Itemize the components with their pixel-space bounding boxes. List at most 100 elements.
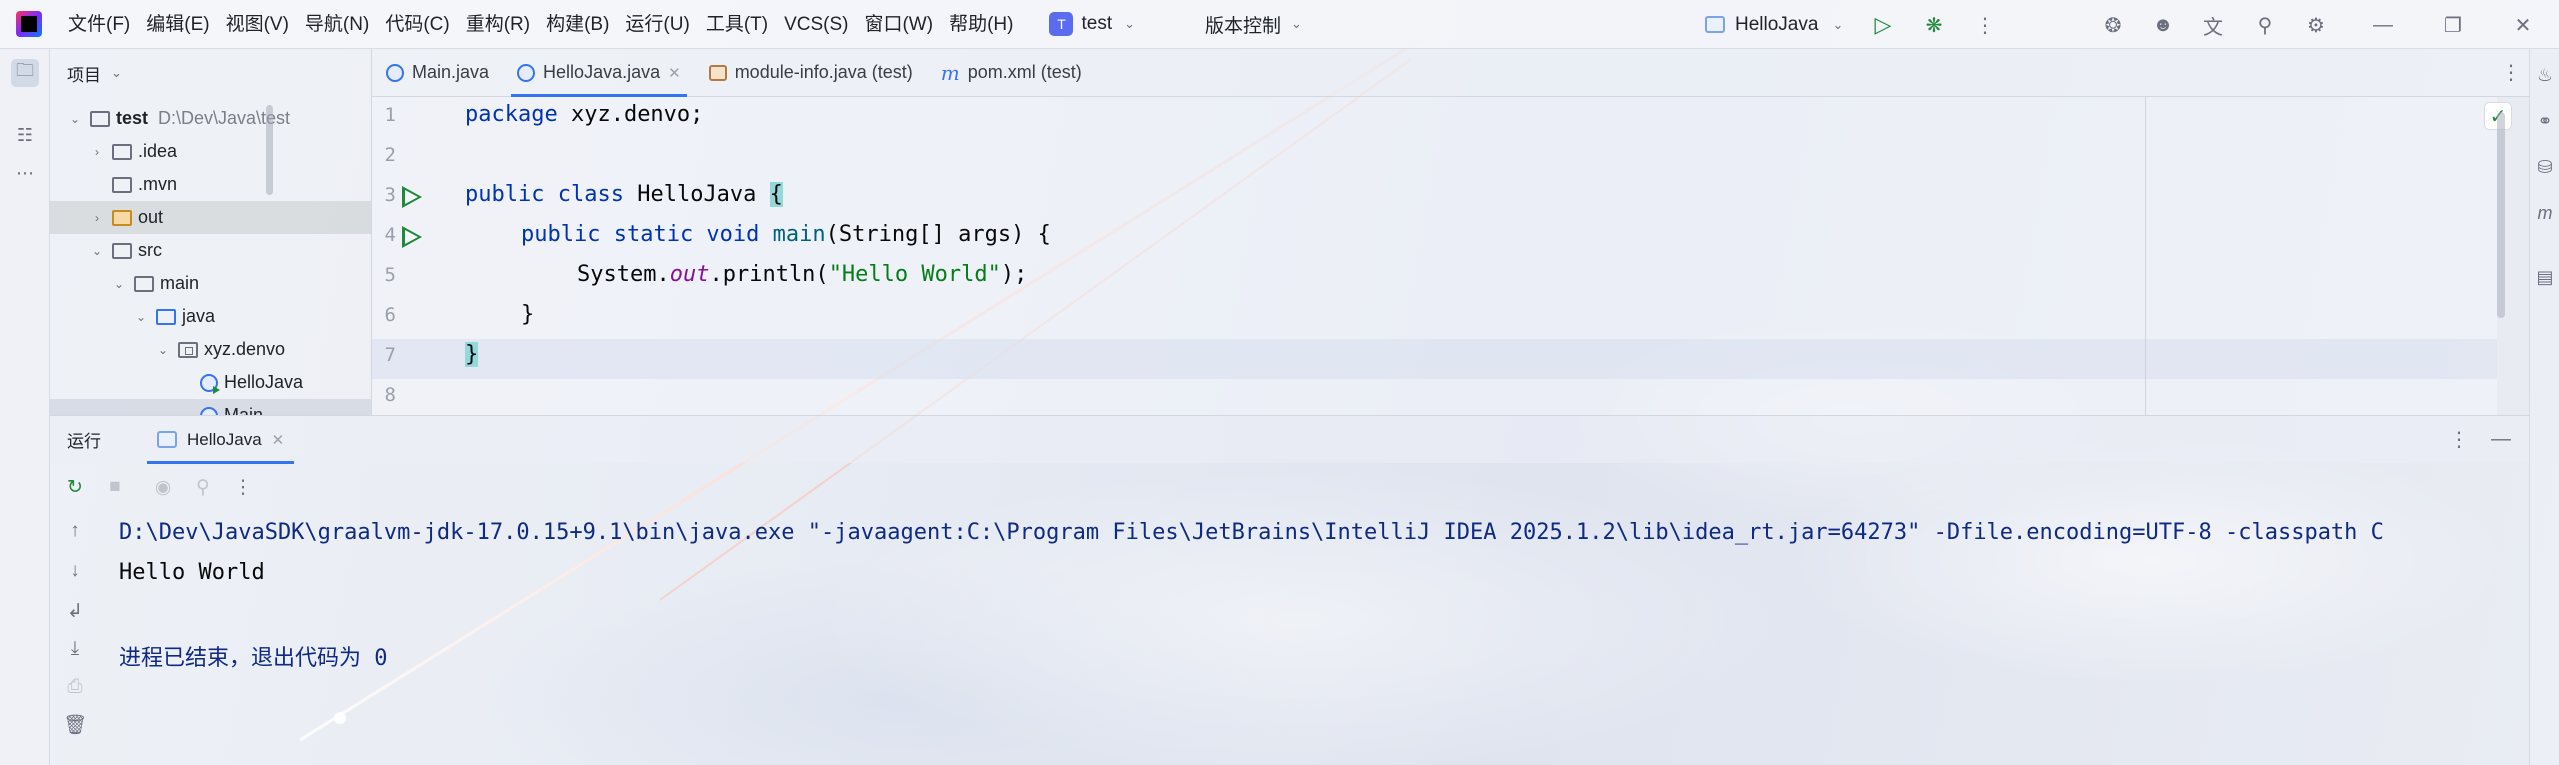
close-icon[interactable]: ✕: [2510, 12, 2536, 38]
scroll-down-icon[interactable]: ↓: [55, 551, 95, 591]
project-panel-title: 项目: [67, 65, 101, 85]
menu-tools[interactable]: 工具(T): [698, 0, 776, 49]
run-config-selector[interactable]: HelloJava ⌄: [1705, 0, 1843, 49]
search-icon[interactable]: ⚲: [2252, 12, 2278, 38]
collapse-chevron-icon[interactable]: ›: [90, 145, 104, 159]
tab-label: Main.java: [412, 62, 490, 82]
more-tools-icon[interactable]: ⋯: [11, 159, 39, 187]
project-panel-header[interactable]: 项目 ⌄: [50, 49, 371, 97]
menu-run[interactable]: 运行(U): [617, 0, 697, 49]
code-line-1: package xyz.denvo;: [465, 102, 703, 127]
menu-refactor[interactable]: 重构(R): [458, 0, 538, 49]
folder-icon: [112, 176, 132, 193]
run-config-icon: [157, 431, 177, 448]
expand-chevron-icon[interactable]: ⌄: [90, 244, 104, 258]
expand-chevron-icon[interactable]: ⌄: [112, 277, 126, 291]
run-config-name: HelloJava: [1735, 13, 1819, 35]
settings-gear-icon[interactable]: ⚙: [2303, 12, 2329, 38]
run-panel-header: 运行 HelloJava ✕ ⋮ —: [50, 415, 2529, 464]
run-toolbar: ↻ ■ ◉ ⚲ ⋮: [50, 463, 2529, 511]
left-tool-strip: 🗀 ☷ ⋯: [0, 49, 50, 765]
translate-icon[interactable]: 文: [2200, 12, 2226, 39]
line-number: 6: [384, 304, 396, 326]
run-icon[interactable]: ▷: [1870, 12, 1896, 38]
stop-icon[interactable]: ■: [95, 467, 135, 507]
collapse-chevron-icon[interactable]: ›: [90, 211, 104, 225]
tree-item-idea[interactable]: › .idea: [50, 135, 371, 168]
run-console-output[interactable]: D:\Dev\JavaSDK\graalvm-jdk-17.0.15+9.1\b…: [119, 511, 2519, 765]
menu-code[interactable]: 代码(C): [377, 0, 457, 49]
module-icon: [708, 64, 727, 81]
rerun-icon[interactable]: ↻: [55, 467, 95, 507]
menu-build[interactable]: 构建(B): [538, 0, 617, 49]
add-user-icon[interactable]: ☻: [2150, 12, 2176, 38]
hide-panel-icon[interactable]: —: [2491, 428, 2511, 451]
app-logo-icon[interactable]: [16, 11, 42, 37]
tab-main-java[interactable]: Main.java: [372, 49, 503, 97]
tab-pom-xml[interactable]: m pom.xml (test): [927, 49, 1096, 97]
code-text: }: [521, 302, 535, 327]
print-icon[interactable]: ⎙: [55, 667, 95, 707]
tree-item-main-class[interactable]: Main: [50, 399, 371, 415]
tree-item-hellojava[interactable]: HelloJava: [50, 366, 371, 399]
tree-item-mvn[interactable]: .mvn: [50, 168, 371, 201]
menu-vcs[interactable]: VCS(S): [776, 0, 856, 49]
maven-icon[interactable]: m: [2531, 199, 2559, 227]
chevron-down-icon: ⌄: [111, 65, 122, 80]
ai-assistant-icon[interactable]: ❂: [2100, 12, 2126, 38]
menu-file[interactable]: 文件(F): [60, 0, 138, 49]
tree-item-java[interactable]: ⌄ java: [50, 300, 371, 333]
search-output-icon[interactable]: ⚲: [183, 467, 223, 507]
more-icon[interactable]: ⋮: [223, 467, 263, 507]
tab-hellojava-java[interactable]: HelloJava.java ✕: [503, 49, 695, 97]
tab-module-info[interactable]: module-info.java (test): [695, 49, 927, 97]
tab-options-icon[interactable]: ⋮: [2501, 60, 2521, 85]
editor-scrollbar[interactable]: [2497, 112, 2505, 318]
restore-icon[interactable]: ❐: [2440, 12, 2466, 38]
screenshot-icon[interactable]: ◉: [143, 467, 183, 507]
menu-edit[interactable]: 编辑(E): [138, 0, 217, 49]
project-scrollbar[interactable]: [266, 105, 273, 195]
expand-chevron-icon[interactable]: ⌄: [156, 343, 170, 357]
tree-item-src[interactable]: ⌄ src: [50, 234, 371, 267]
scroll-to-end-icon[interactable]: ⤓: [55, 629, 95, 669]
debug-icon[interactable]: ❋: [1921, 12, 1947, 38]
run-tab-hellojava[interactable]: HelloJava ✕: [147, 416, 295, 464]
expand-chevron-icon[interactable]: ⌄: [68, 112, 82, 126]
tree-item-out[interactable]: › out: [50, 201, 371, 234]
run-class-gutter-icon[interactable]: [402, 186, 422, 208]
menu-navigate[interactable]: 导航(N): [297, 0, 377, 49]
code-text: (String[] args) {: [825, 222, 1051, 247]
tree-item-test[interactable]: ⌄ test D:\Dev\Java\test: [50, 102, 371, 135]
notifications-bell-icon[interactable]: ♨: [2531, 61, 2559, 89]
scroll-up-icon[interactable]: ↑: [55, 511, 95, 551]
project-widget[interactable]: T test ⌄: [1049, 12, 1135, 36]
tree-item-main[interactable]: ⌄ main: [50, 267, 371, 300]
more-icon[interactable]: ⋮: [1972, 12, 1998, 38]
database-icon[interactable]: ⛁: [2531, 153, 2559, 181]
line-number: 7: [384, 344, 396, 366]
translate-panel-icon[interactable]: ▤: [2531, 263, 2559, 291]
menu-view[interactable]: 视图(V): [218, 0, 297, 49]
clear-trash-icon[interactable]: 🗑: [55, 705, 95, 745]
vcs-widget[interactable]: 版本控制 ⌄: [1205, 11, 1302, 38]
soft-wrap-icon[interactable]: ↲: [55, 591, 95, 631]
tree-item-package[interactable]: ⌄ xyz.denvo: [50, 333, 371, 366]
close-tab-icon[interactable]: ✕: [272, 431, 285, 449]
keyword: package: [465, 102, 558, 127]
console-output-line: Hello World: [119, 560, 265, 585]
menu-help[interactable]: 帮助(H): [941, 0, 1021, 49]
project-folder-icon[interactable]: 🗀: [11, 59, 39, 87]
close-tab-icon[interactable]: ✕: [668, 64, 681, 82]
tree-item-label: .idea: [138, 141, 178, 161]
project-name: test: [1081, 13, 1113, 34]
minimize-icon[interactable]: —: [2370, 12, 2396, 38]
structure-icon[interactable]: ☷: [11, 121, 39, 149]
editor-content: 1 2 3 4 5 6 7 8 package xyz.denvo; publi…: [372, 97, 2497, 415]
ai-chat-icon[interactable]: ⚭: [2531, 107, 2559, 135]
run-main-gutter-icon[interactable]: [402, 226, 422, 248]
menu-window[interactable]: 窗口(W): [856, 0, 941, 49]
expand-chevron-icon[interactable]: ⌄: [134, 310, 148, 324]
keyword: public: [465, 182, 545, 207]
run-options-icon[interactable]: ⋮: [2449, 427, 2469, 452]
